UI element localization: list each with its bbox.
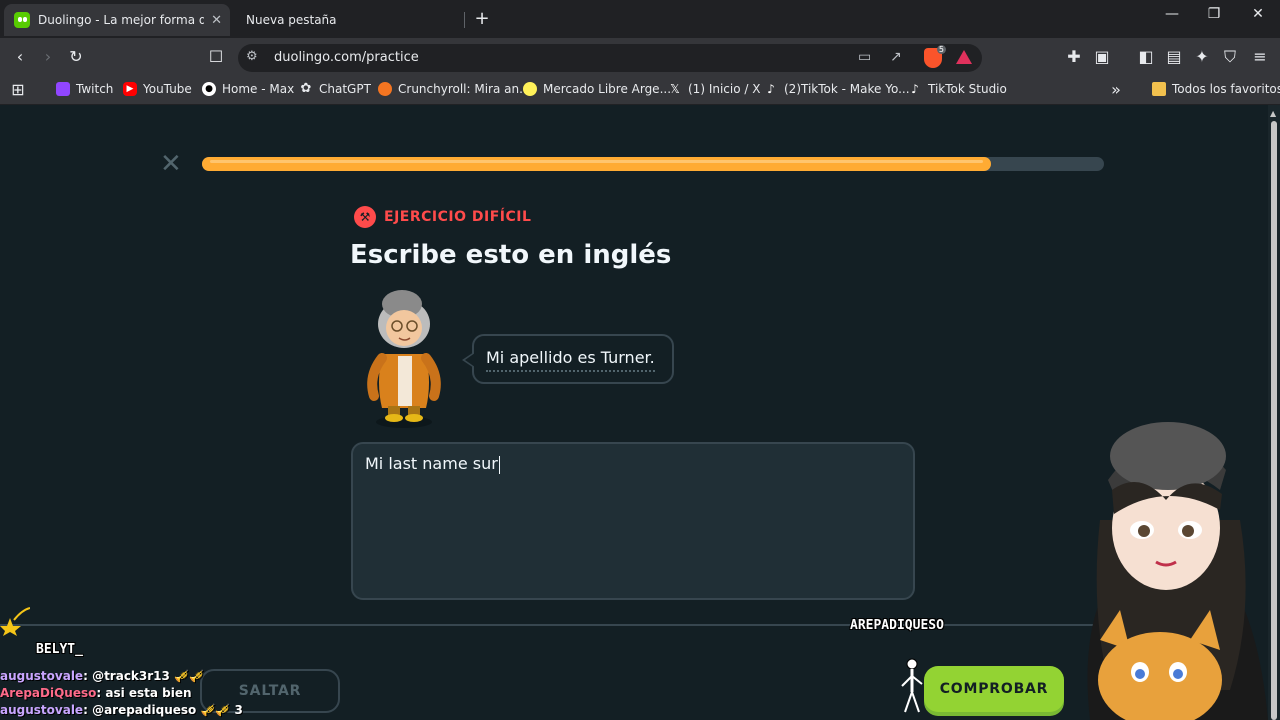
bookmark-page-icon[interactable]: ☐ (206, 47, 226, 67)
youtube-icon: ▶ (123, 82, 137, 96)
leo-ai-icon[interactable]: ✦ (1192, 47, 1212, 67)
address-bar[interactable]: ⚙ duolingo.com/practice ▭ ↗ (238, 44, 982, 72)
tiktok-icon: ♪ (767, 82, 775, 96)
streamer-name-left: BELYT_ (36, 642, 83, 657)
scrollbar-thumb[interactable] (1271, 121, 1277, 720)
tab-duolingo[interactable]: Duolingo - La mejor forma de ap ✕ (4, 4, 230, 36)
tab-new[interactable]: Nueva pestaña (232, 4, 464, 36)
tab-title: Duolingo - La mejor forma de ap (38, 13, 204, 27)
shields-count-badge: 5 (936, 45, 946, 54)
answer-text[interactable]: Mi last name sur (365, 454, 500, 474)
sentence-to-translate[interactable]: Mi apellido es Turner. (486, 348, 655, 372)
menu-icon[interactable]: ≡ (1250, 47, 1270, 67)
new-tab-button[interactable]: + (472, 8, 492, 29)
text-caret (498, 455, 500, 474)
dumbbell-icon: ⚒ (354, 206, 376, 228)
restore-icon[interactable]: ❐ (1192, 6, 1236, 22)
extensions-icon[interactable]: ✚ (1064, 47, 1084, 67)
bookmark-chatgpt[interactable]: ✿ ChatGPT (299, 81, 371, 97)
back-icon[interactable]: ‹ (10, 47, 30, 67)
apps-grid-icon[interactable]: ⊞ (8, 80, 28, 100)
reload-icon[interactable]: ↻ (66, 47, 86, 67)
crunchyroll-icon (378, 82, 392, 96)
window-close-icon[interactable]: ✕ (1236, 6, 1280, 22)
character-illustration (367, 290, 441, 428)
tab-title: Nueva pestaña (246, 13, 337, 27)
folder-icon (1152, 82, 1166, 96)
mercadolibre-icon (523, 82, 537, 96)
reader-icon[interactable]: ▣ (1092, 47, 1112, 67)
brave-rewards-icon[interactable] (956, 50, 972, 64)
tab-close-icon[interactable]: ✕ (211, 13, 222, 28)
url-text[interactable]: duolingo.com/practice (274, 50, 419, 65)
brave-shields-icon[interactable]: 5 (924, 45, 946, 68)
forward-icon[interactable]: › (38, 47, 58, 67)
max-icon: ● (202, 82, 216, 96)
bookmark-crunchyroll[interactable]: Crunchyroll: Mira an... (378, 82, 531, 96)
sidebar-icon[interactable]: ◧ (1136, 47, 1156, 67)
chat-user: augustovale (0, 703, 84, 717)
x-icon: 𝕏 (670, 82, 680, 96)
chat-user: ArepaDiQueso (0, 686, 97, 700)
cast-icon[interactable]: ▭ (858, 49, 871, 65)
bookmark-twitch[interactable]: Twitch (56, 82, 113, 96)
exercise-prompt: Escribe esto en inglés (350, 240, 672, 270)
all-bookmarks-folder[interactable]: Todos los favoritos (1152, 82, 1280, 96)
streamer-name-right: AREPADIQUESO (850, 618, 944, 633)
twitch-icon (56, 82, 70, 96)
star-icon (0, 607, 30, 636)
chatgpt-icon: ✿ (300, 81, 312, 96)
chat-message: @track3r13 🎺🎺 (92, 669, 204, 683)
vpn-icon[interactable]: ⛉ (1220, 47, 1240, 67)
answer-textarea[interactable]: Mi last name sur (351, 442, 915, 600)
quit-lesson-icon[interactable]: ✕ (160, 150, 182, 178)
chat-line: ArepaDiQueso: asi esta bien (0, 686, 192, 700)
wallet-icon[interactable]: ▤ (1164, 47, 1184, 67)
bookmark-tiktok[interactable]: ♪ (2)TikTok - Make Yo... (764, 82, 909, 96)
lesson-progress-bar (202, 157, 1104, 171)
lesson-progress-fill (202, 157, 992, 171)
bookmark-max[interactable]: ● Home - Max (202, 82, 294, 96)
scroll-up-icon[interactable]: ▲ (1270, 109, 1276, 118)
share-icon[interactable]: ↗ (890, 49, 902, 65)
bookmark-x[interactable]: 𝕏 (1) Inicio / X (668, 82, 760, 96)
chat-message: @arepadiqueso 🎺🎺 3 (92, 703, 243, 717)
site-info-icon[interactable]: ⚙ (246, 49, 258, 64)
tiktok-icon: ♪ (911, 82, 919, 96)
minimize-icon[interactable]: — (1150, 6, 1194, 22)
tab-separator (464, 12, 465, 28)
bookmark-tiktok-studio[interactable]: ♪ TikTok Studio (908, 82, 1007, 96)
bookmark-mercadolibre[interactable]: Mercado Libre Arge... (523, 82, 671, 96)
chat-line: augustovale: @track3r13 🎺🎺 (0, 669, 204, 683)
vtuber-avatar (1087, 422, 1268, 720)
chat-line: augustovale: @arepadiqueso 🎺🎺 3 (0, 703, 243, 717)
chat-user: augustovale (0, 669, 84, 683)
check-button[interactable]: COMPROBAR (924, 666, 1064, 712)
bookmark-youtube[interactable]: ▶ YouTube (123, 82, 192, 96)
hard-exercise-label: EJERCICIO DIFÍCIL (384, 209, 532, 225)
speech-bubble: Mi apellido es Turner. (462, 334, 674, 384)
duolingo-favicon-icon (14, 12, 30, 28)
more-bookmarks-icon[interactable]: » (1106, 80, 1126, 100)
page-scrollbar[interactable]: ▲ (1268, 105, 1280, 720)
stick-figure-icon (901, 658, 923, 713)
chat-message: asi esta bien (105, 686, 192, 700)
hard-exercise-badge: ⚒ EJERCICIO DIFÍCIL (354, 206, 531, 228)
